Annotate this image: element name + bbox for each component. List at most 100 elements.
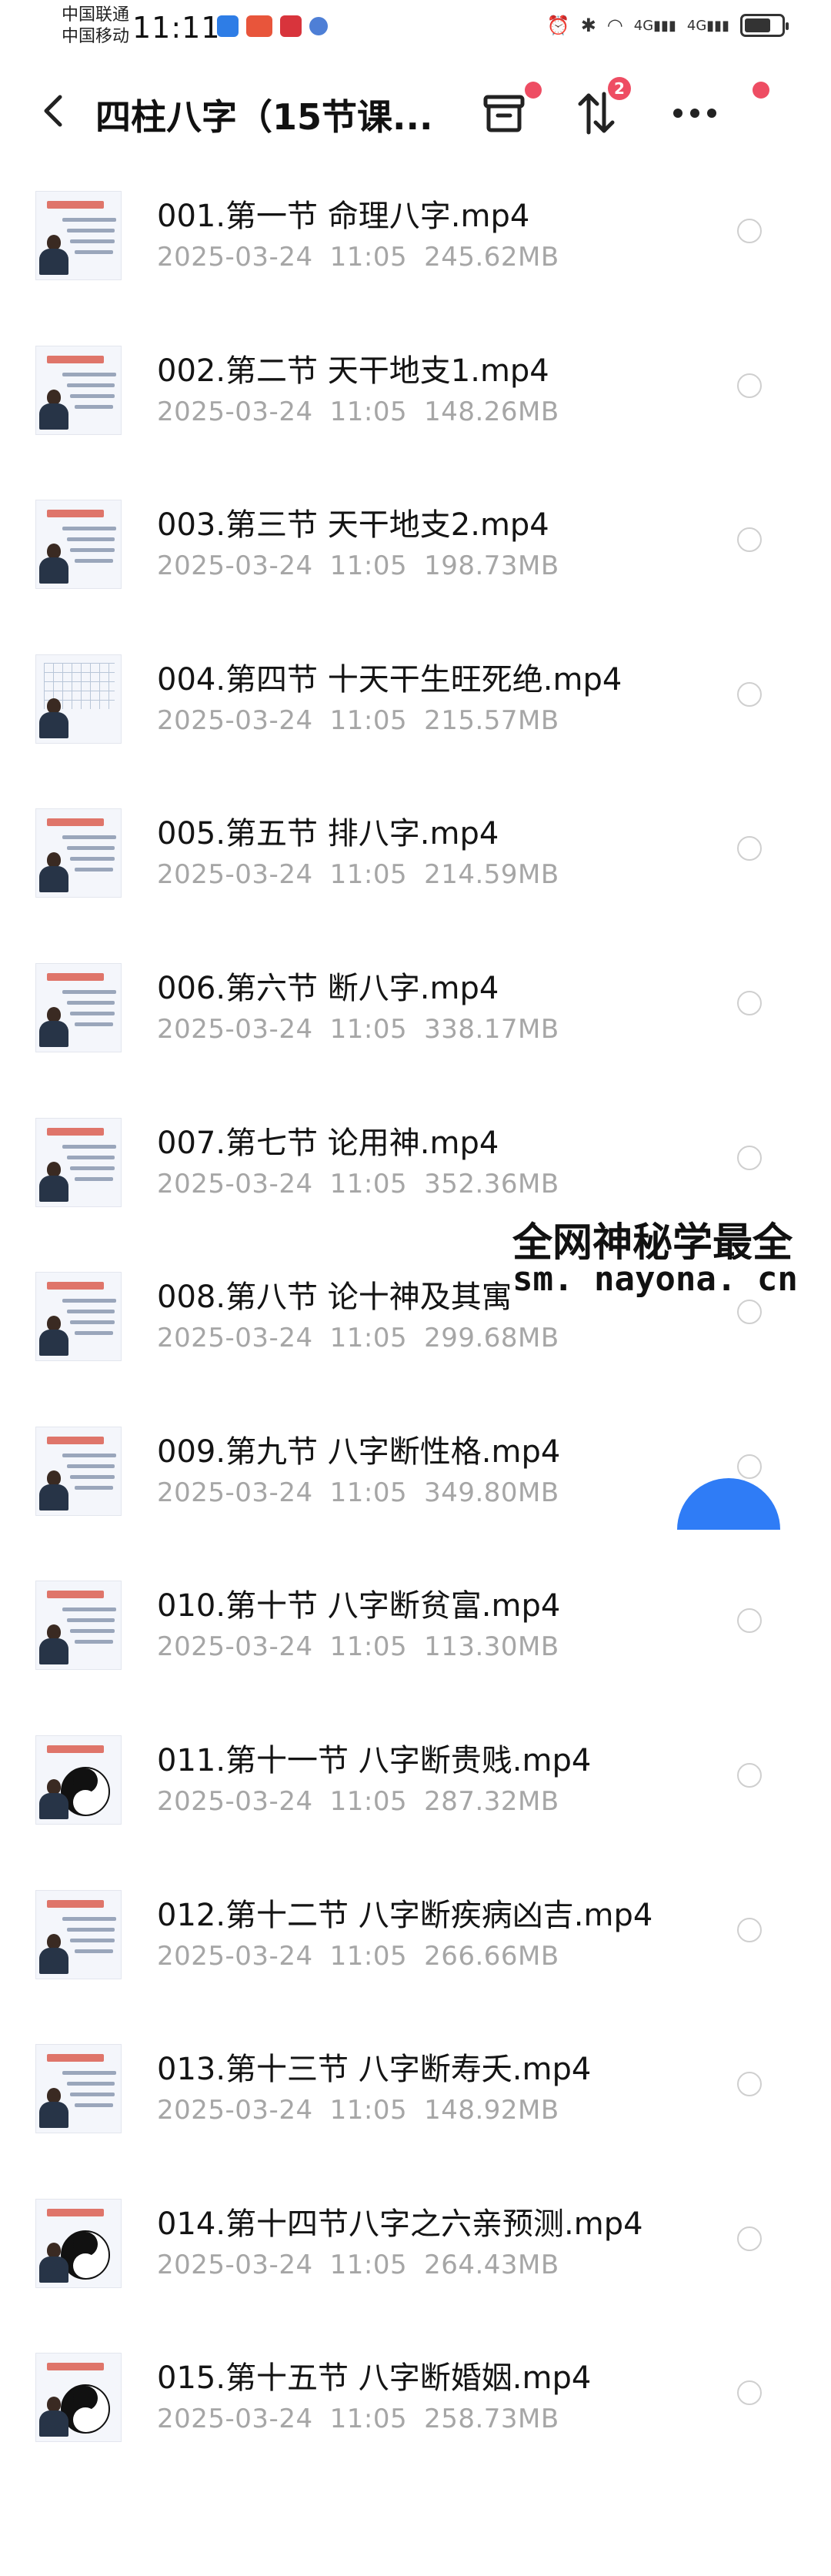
select-checkbox[interactable] xyxy=(737,1762,762,1788)
file-row[interactable]: 004.第四节 十天干生旺死绝.mp4 2025-03-24 11:05 215.5… xyxy=(0,639,831,794)
file-date: 2025-03-24 xyxy=(157,704,313,736)
chevron-left-icon xyxy=(44,95,62,127)
file-meta: 2025-03-24 11:05 338.17MB xyxy=(157,1014,559,1045)
file-size: 113.30MB xyxy=(424,1631,559,1663)
select-checkbox[interactable] xyxy=(737,2072,762,2097)
app-notification-icon xyxy=(246,15,272,37)
select-checkbox[interactable] xyxy=(737,836,762,861)
file-list: 001.第一节 命理八字.mp4 2025-03-24 11:05 245.62MB… xyxy=(0,176,831,2492)
file-meta: 2025-03-24 11:05 352.36MB xyxy=(157,1169,559,1199)
file-meta: 2025-03-24 11:05 214.59MB xyxy=(157,859,559,890)
file-time: 11:05 xyxy=(329,396,408,427)
signal-type-1: 4G xyxy=(633,17,654,34)
file-date: 2025-03-24 xyxy=(157,1477,313,1508)
file-date: 2025-03-24 xyxy=(157,1785,313,1817)
select-checkbox[interactable] xyxy=(737,219,762,243)
file-name: 009.第九节 八字断性格.mp4 xyxy=(157,1434,561,1470)
video-thumbnail xyxy=(35,1581,122,1671)
presenter-figure xyxy=(39,2242,68,2283)
select-checkbox[interactable] xyxy=(737,2226,762,2251)
more-dots-icon xyxy=(673,109,716,118)
battery-icon xyxy=(740,14,789,37)
file-row[interactable]: 010.第十节 八字断贫富.mp4 2025-03-24 11:05 113.30M… xyxy=(0,1565,831,1720)
video-thumbnail xyxy=(35,962,122,1052)
file-date: 2025-03-24 xyxy=(157,550,313,582)
app-notification-icon xyxy=(217,15,239,37)
file-meta: 2025-03-24 11:05 113.30MB xyxy=(157,1631,559,1662)
file-date: 2025-03-24 xyxy=(157,859,313,891)
file-name: 013.第十三节 八字断寿夭.mp4 xyxy=(157,2052,592,2088)
video-thumbnail xyxy=(35,2353,122,2443)
presenter-figure xyxy=(39,852,68,893)
file-size: 338.17MB xyxy=(424,1013,559,1045)
page-title: 四柱八字（15节课... xyxy=(95,96,433,138)
app-notification-icon xyxy=(280,15,302,37)
file-name: 003.第三节 天干地支2.mp4 xyxy=(157,507,549,544)
wifi-icon: ◠ xyxy=(606,15,623,36)
file-meta: 2025-03-24 11:05 245.62MB xyxy=(157,242,559,273)
select-checkbox[interactable] xyxy=(737,1917,762,1942)
select-checkbox[interactable] xyxy=(737,990,762,1015)
archive-button[interactable] xyxy=(477,82,542,140)
file-meta: 2025-03-24 11:05 148.92MB xyxy=(157,2095,559,2126)
presenter-figure xyxy=(39,389,68,430)
file-meta: 2025-03-24 11:05 264.43MB xyxy=(157,2250,559,2280)
file-size: 245.62MB xyxy=(424,242,559,273)
file-size: 148.26MB xyxy=(424,396,559,427)
file-meta: 2025-03-24 11:05 215.57MB xyxy=(157,705,559,736)
file-meta: 2025-03-24 11:05 266.66MB xyxy=(157,1941,559,1972)
select-checkbox[interactable] xyxy=(737,1608,762,1634)
file-name: 014.第十四节八字之六亲预测.mp4 xyxy=(157,2206,643,2242)
video-thumbnail xyxy=(35,1272,122,1362)
back-button[interactable] xyxy=(34,89,72,132)
file-row[interactable]: 012.第十二节 八字断疾病凶吉.mp4 2025-03-24 11:05 266.… xyxy=(0,1875,831,2029)
file-size: 214.59MB xyxy=(424,859,559,891)
presenter-figure xyxy=(39,235,68,275)
app-header: 四柱八字（15节课... 2 xyxy=(0,69,831,154)
file-size: 349.80MB xyxy=(424,1477,559,1508)
file-row[interactable]: 003.第三节 天干地支2.mp4 2025-03-24 11:05 198.73M… xyxy=(0,484,831,639)
presenter-figure xyxy=(39,698,68,738)
signal-type-2: 4G xyxy=(686,17,707,34)
status-bar: 中国联通 中国移动 11:11 ⏰ ✱ ◠ 4G▮▮▮ 4G▮▮▮ xyxy=(0,0,831,54)
file-date: 2025-03-24 xyxy=(157,1168,313,1199)
video-thumbnail xyxy=(35,2198,122,2288)
file-date: 2025-03-24 xyxy=(157,1631,313,1663)
file-name: 001.第一节 命理八字.mp4 xyxy=(157,199,530,234)
status-time: 11:11 xyxy=(132,11,221,45)
notification-dot xyxy=(525,82,542,99)
file-meta: 2025-03-24 11:05 148.26MB xyxy=(157,396,559,427)
watermark-line-2: sm. nayona. cn xyxy=(509,1260,801,1299)
file-row[interactable]: 001.第一节 命理八字.mp4 2025-03-24 11:05 245.62MB xyxy=(0,176,831,330)
select-checkbox[interactable] xyxy=(737,2380,762,2406)
more-button[interactable] xyxy=(668,82,769,140)
select-checkbox[interactable] xyxy=(737,373,762,398)
file-row[interactable]: 014.第十四节八字之六亲预测.mp4 2025-03-24 11:05 264.4… xyxy=(0,2183,831,2338)
bluetooth-icon: ✱ xyxy=(580,15,596,36)
file-row[interactable]: 015.第十五节 八字断婚姻.mp4 2025-03-24 11:05 258.73… xyxy=(0,2337,831,2492)
notification-dot xyxy=(753,82,769,99)
presenter-figure xyxy=(39,1161,68,1202)
file-row[interactable]: 002.第二节 天干地支1.mp4 2025-03-24 11:05 148.26M… xyxy=(0,330,831,485)
file-date: 2025-03-24 xyxy=(157,1940,313,1972)
select-checkbox[interactable] xyxy=(737,527,762,553)
file-date: 2025-03-24 xyxy=(157,1013,313,1045)
file-row[interactable]: 006.第六节 断八字.mp4 2025-03-24 11:05 338.17MB xyxy=(0,948,831,1102)
select-checkbox[interactable] xyxy=(737,1454,762,1479)
file-row[interactable]: 013.第十三节 八字断寿夭.mp4 2025-03-24 11:05 148.92… xyxy=(0,2029,831,2183)
file-name: 004.第四节 十天干生旺死绝.mp4 xyxy=(157,661,622,698)
select-checkbox[interactable] xyxy=(737,1145,762,1170)
file-time: 11:05 xyxy=(329,859,408,891)
file-row[interactable]: 005.第五节 排八字.mp4 2025-03-24 11:05 214.59MB xyxy=(0,793,831,948)
file-size: 258.73MB xyxy=(424,2404,559,2435)
presenter-figure xyxy=(39,1470,68,1510)
sort-button[interactable]: 2 xyxy=(569,77,631,140)
file-name: 007.第七节 论用神.mp4 xyxy=(157,1125,499,1161)
select-checkbox[interactable] xyxy=(737,1300,762,1325)
video-thumbnail xyxy=(35,654,122,744)
presenter-figure xyxy=(39,2397,68,2437)
file-row[interactable]: 011.第十一节 八字断贵贱.mp4 2025-03-24 11:05 287.32… xyxy=(0,1720,831,1875)
alarm-icon: ⏰ xyxy=(546,15,570,36)
video-thumbnail xyxy=(35,500,122,590)
select-checkbox[interactable] xyxy=(737,681,762,707)
